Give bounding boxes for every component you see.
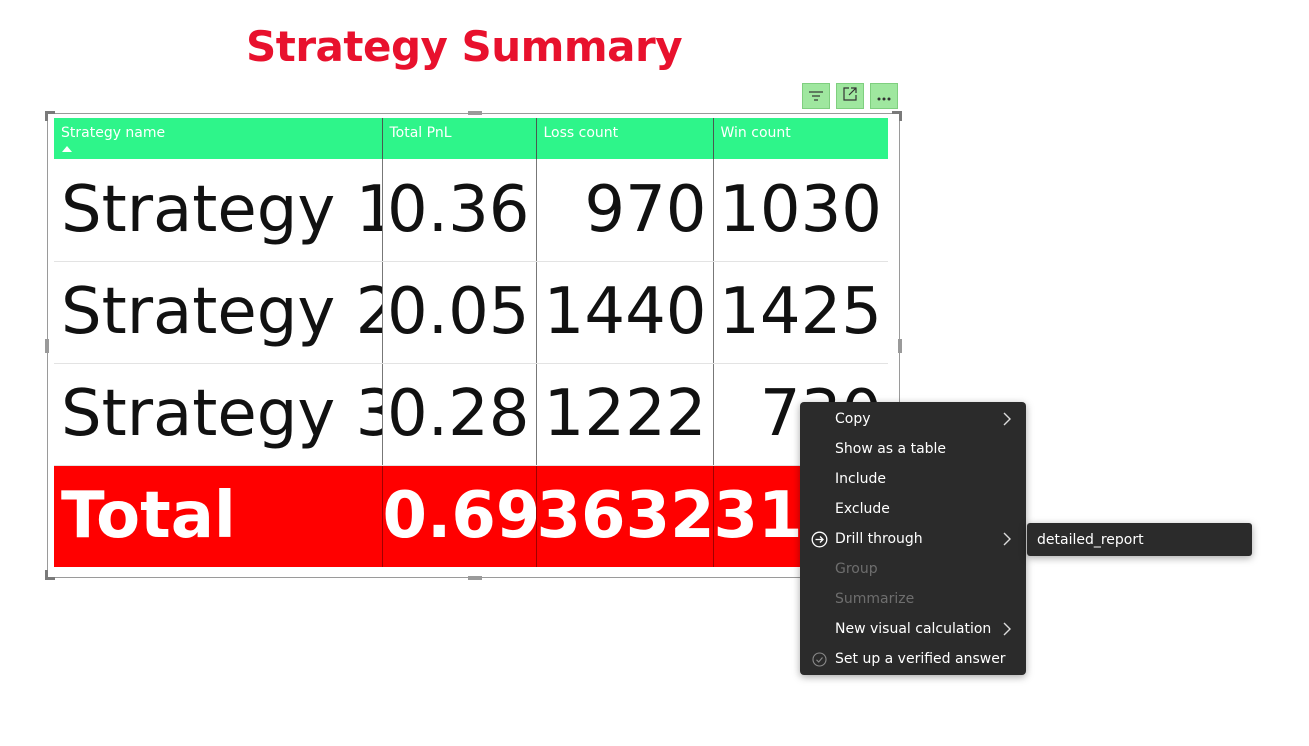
- chevron-right-icon: [1002, 621, 1012, 641]
- cell-strategy-name[interactable]: Strategy 3: [54, 363, 383, 466]
- menu-item-group: Group: [835, 561, 878, 577]
- chevron-right-icon: [1002, 411, 1012, 431]
- resize-handle-right[interactable]: [898, 339, 902, 353]
- focus-mode-button[interactable]: [836, 83, 864, 109]
- report-title: Strategy Summary: [246, 22, 683, 71]
- chevron-right-icon: [1002, 531, 1012, 551]
- cell-strategy-name[interactable]: Strategy 2: [54, 261, 383, 364]
- table-header-row: Strategy name Total PnL Loss count Win c…: [54, 118, 888, 159]
- context-menu: Copy Show as a table Include Exclude Dri…: [800, 402, 1026, 675]
- menu-item-new-visual-calculation[interactable]: New visual calculation: [800, 614, 1026, 644]
- resize-handle-top[interactable]: [468, 111, 482, 115]
- column-header-total-pnl[interactable]: Total PnL: [382, 118, 537, 159]
- visual-header-toolbar: [802, 83, 898, 109]
- column-header-strategy-name[interactable]: Strategy name: [54, 118, 383, 159]
- more-options-button[interactable]: [870, 83, 898, 109]
- resize-handle-left[interactable]: [45, 339, 49, 353]
- total-row[interactable]: Total 0.69 3632 3185: [54, 465, 888, 567]
- total-loss-count-value[interactable]: 3632: [536, 465, 714, 567]
- resize-handle-bottom[interactable]: [468, 576, 482, 580]
- cell-loss-count[interactable]: 970: [536, 159, 714, 262]
- menu-item-include[interactable]: Include: [800, 464, 1026, 494]
- resize-handle-top-right[interactable]: [892, 111, 902, 121]
- total-pnl-value[interactable]: 0.69: [382, 465, 537, 567]
- filter-button[interactable]: [802, 83, 830, 109]
- column-header-win-count[interactable]: Win count: [713, 118, 888, 159]
- cell-total-pnl[interactable]: 0.05: [382, 261, 537, 364]
- drill-through-icon: [811, 531, 828, 552]
- menu-item-show-as-table[interactable]: Show as a table: [800, 434, 1026, 464]
- table-row[interactable]: Strategy 2 0.05 1440 1425: [54, 261, 888, 364]
- menu-item-drill-through[interactable]: Drill through: [800, 524, 1026, 554]
- cell-loss-count[interactable]: 1222: [536, 363, 714, 466]
- cell-loss-count[interactable]: 1440: [536, 261, 714, 364]
- menu-item-set-up-verified-answer[interactable]: Set up a verified answer: [800, 644, 1026, 674]
- cell-win-count[interactable]: 1425: [713, 261, 888, 364]
- cell-win-count[interactable]: 1030: [713, 159, 888, 262]
- verified-check-icon: [811, 651, 828, 672]
- filter-icon: [808, 87, 824, 106]
- total-label: Total: [54, 465, 383, 567]
- drill-through-submenu: detailed_report: [1027, 523, 1252, 556]
- sort-ascending-icon[interactable]: [62, 146, 72, 152]
- table-row[interactable]: Strategy 3 0.28 1222 730: [54, 363, 888, 466]
- cell-total-pnl[interactable]: 0.36: [382, 159, 537, 262]
- strategy-table: Strategy name Total PnL Loss count Win c…: [54, 118, 888, 567]
- table-row[interactable]: Strategy 1 0.36 970 1030: [54, 159, 888, 262]
- column-header-loss-count[interactable]: Loss count: [536, 118, 714, 159]
- focus-mode-icon: [842, 86, 858, 106]
- resize-handle-bottom-left[interactable]: [45, 570, 55, 580]
- cell-total-pnl[interactable]: 0.28: [382, 363, 537, 466]
- more-options-icon: [876, 87, 892, 106]
- submenu-item-detailed-report[interactable]: detailed_report: [1037, 532, 1144, 548]
- cell-strategy-name[interactable]: Strategy 1: [54, 159, 383, 262]
- menu-item-copy[interactable]: Copy: [800, 404, 1026, 434]
- menu-item-exclude[interactable]: Exclude: [800, 494, 1026, 524]
- menu-item-summarize: Summarize: [835, 591, 915, 607]
